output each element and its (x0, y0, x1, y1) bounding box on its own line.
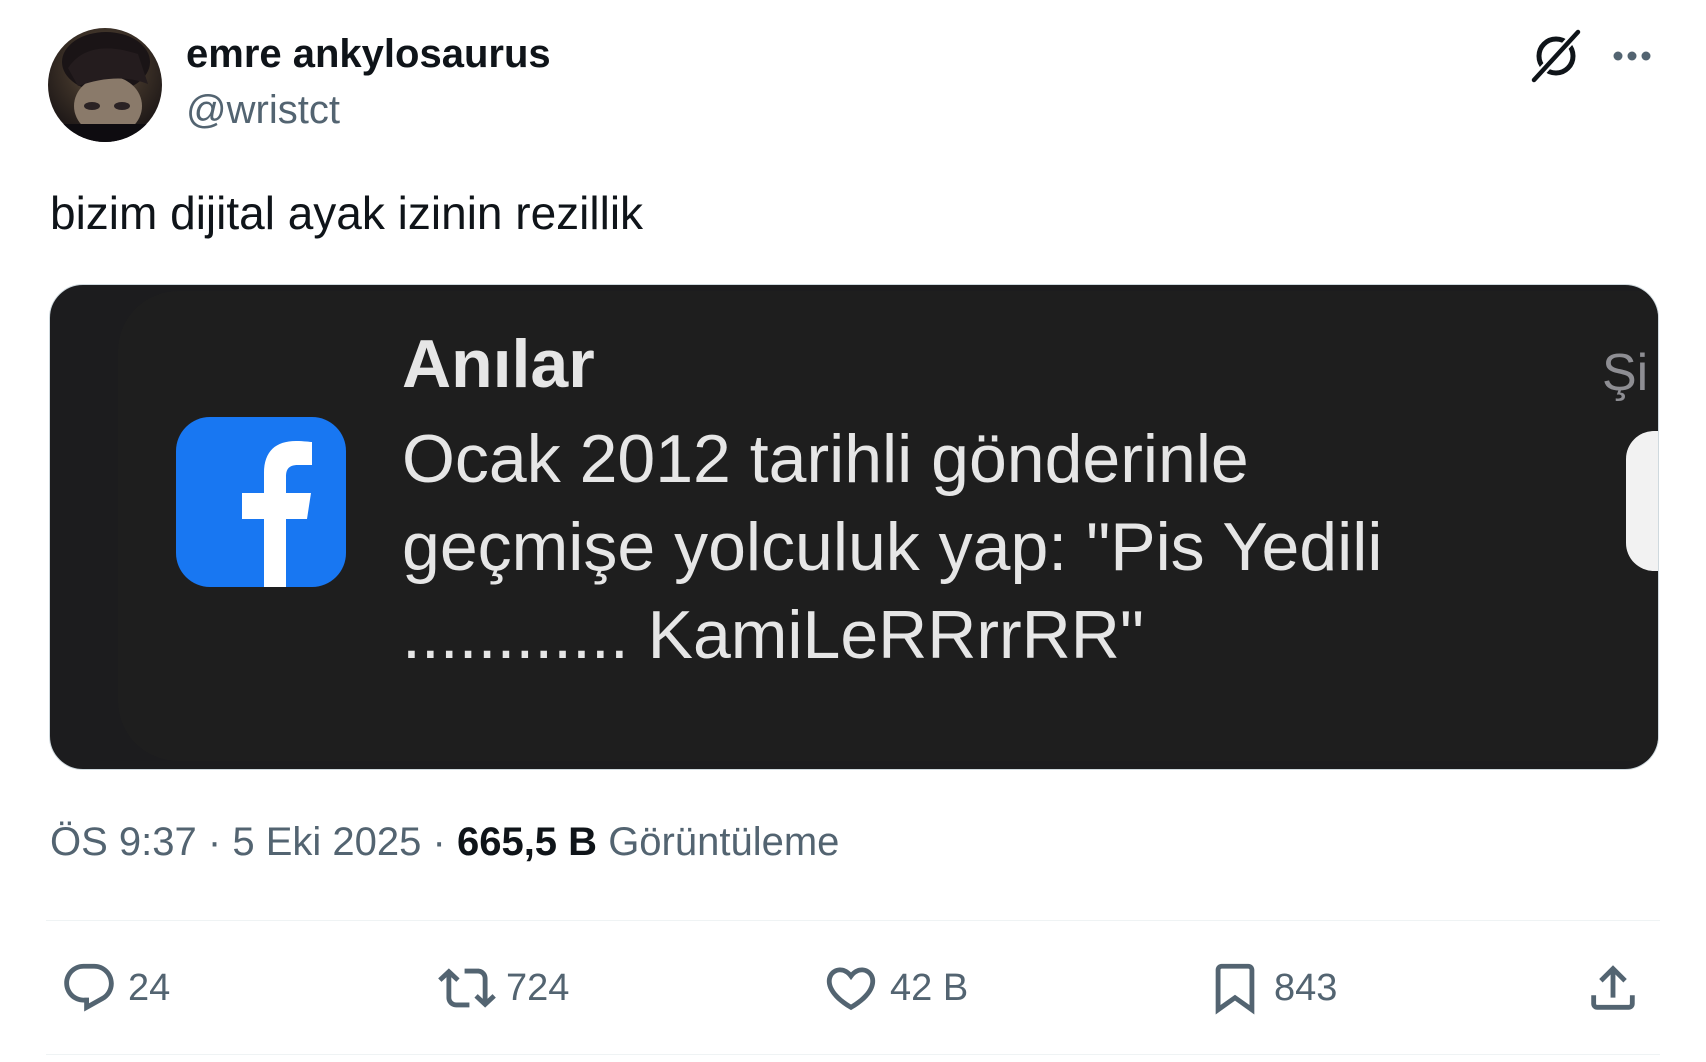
author-handle[interactable]: @wristct (186, 88, 340, 133)
divider (46, 920, 1660, 921)
tweet-meta: ÖS 9:37 · 5 Eki 2025 · 665,5 B Görüntüle… (50, 820, 839, 865)
share-button[interactable] (1584, 958, 1642, 1018)
tweet-media-image[interactable]: Anılar Ocak 2012 tarihli gönderinle geçm… (49, 284, 1659, 770)
tweet-text: bizim dijital ayak izinin rezillik (50, 187, 644, 239)
bookmark-icon (1206, 959, 1264, 1017)
facebook-icon (176, 417, 346, 587)
avatar-image (48, 28, 162, 142)
reply-button[interactable]: 24 (60, 958, 170, 1018)
author-name[interactable]: emre ankylosaurus (186, 32, 551, 77)
reply-count: 24 (128, 966, 171, 1009)
notification-body: Ocak 2012 tarihli gönderinle geçmişe yol… (402, 421, 1383, 673)
views-count: 665,5 B (456, 820, 598, 864)
views-label: Görüntüleme (608, 820, 840, 864)
heart-icon (822, 959, 880, 1017)
tweet-date[interactable]: 5 Eki 2025 (232, 820, 421, 864)
bookmark-count: 843 (1274, 966, 1338, 1009)
tweet: emre ankylosaurus @wristct bizim dijital… (0, 0, 1706, 1062)
like-count: 42 B (890, 966, 969, 1009)
meta-separator: · (432, 820, 446, 864)
bottom-divider (46, 1054, 1660, 1055)
retweet-button[interactable]: 724 (438, 958, 569, 1018)
retweet-count: 724 (506, 966, 570, 1009)
more-icon[interactable] (1608, 40, 1656, 72)
retweet-icon (438, 959, 496, 1017)
meta-separator: · (207, 820, 222, 864)
like-button[interactable]: 42 B (822, 958, 968, 1018)
bookmark-button[interactable]: 843 (1206, 958, 1337, 1018)
grok-icon[interactable] (1528, 28, 1584, 84)
notification-time: Şi (1602, 344, 1649, 402)
share-icon (1584, 959, 1642, 1017)
notification-title: Anılar (402, 326, 595, 402)
next-notification-thumbnail (1626, 431, 1658, 571)
avatar[interactable] (48, 28, 162, 142)
tweet-time[interactable]: ÖS 9:37 (50, 820, 197, 864)
reply-icon (60, 959, 118, 1017)
